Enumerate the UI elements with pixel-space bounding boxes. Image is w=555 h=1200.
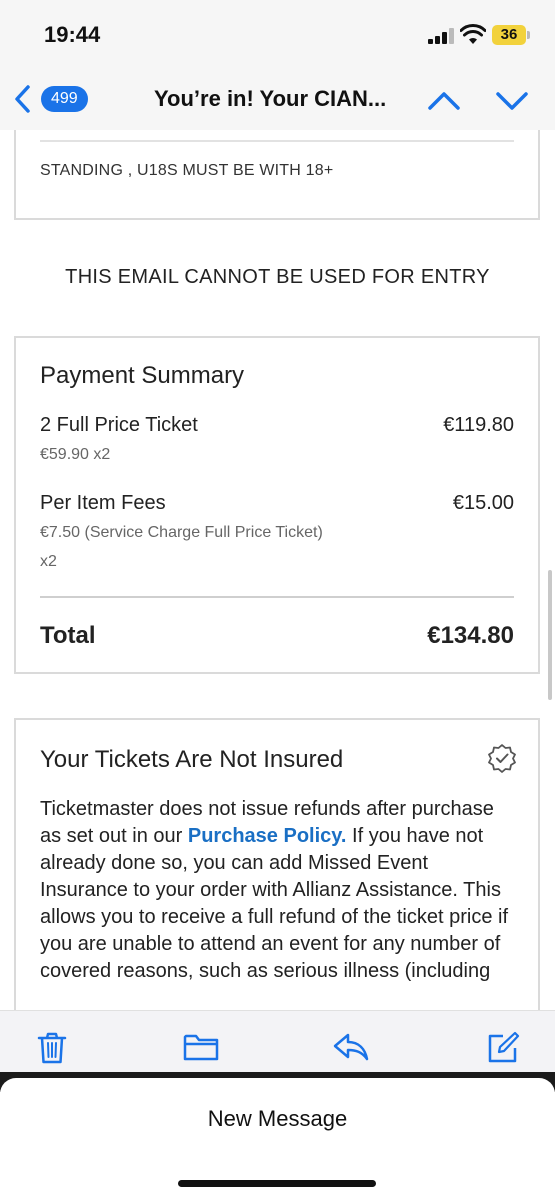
ticket-line-label: 2 Full Price Ticket [40,414,198,436]
nav-bar: 499 You’re in! Your CIAN... [0,70,555,130]
folder-icon[interactable] [183,1031,219,1063]
email-body[interactable]: STANDING , U18S MUST BE WITH 18+ THIS EM… [0,130,555,1010]
divider [40,140,514,142]
new-message-title[interactable]: New Message [0,1106,555,1132]
status-bar: 19:44 36 [0,0,555,70]
new-message-sheet[interactable]: New Message [0,1078,555,1200]
entry-notice: THIS EMAIL CANNOT BE USED FOR ENTRY [65,266,490,288]
fees-line-amount: €15.00 [452,492,514,514]
ticket-details-card: STANDING , U18S MUST BE WITH 18+ [14,130,540,220]
battery-tip [527,31,530,39]
fees-line-label: Per Item Fees [40,492,166,514]
payment-summary-title: Payment Summary [40,362,245,389]
reply-icon[interactable] [332,1031,370,1063]
wifi-icon [460,24,486,44]
ticket-line-amount: €119.80 [443,414,514,436]
insurance-title: Your Tickets Are Not Insured [40,746,344,773]
previous-message-icon[interactable] [426,86,462,114]
purchase-policy-link[interactable]: Purchase Policy. [188,825,347,847]
insurance-text-part2: If you have not already done so, you can… [40,825,509,982]
total-label: Total [40,622,96,649]
standing-note: STANDING , U18S MUST BE WITH 18+ [40,162,334,179]
email-subject-title: You’re in! Your CIAN... [154,86,387,111]
next-message-icon[interactable] [494,86,530,114]
payment-summary-card: Payment Summary 2 Full Price Ticket €119… [14,336,540,674]
shield-check-icon [488,744,516,773]
insurance-body: Ticketmaster does not issue refunds afte… [40,796,518,985]
total-divider [40,596,514,598]
fees-line-quantity: x2 [40,553,57,570]
cellular-signal-icon [428,28,456,44]
fees-line-detail: €7.50 (Service Charge Full Price Ticket) [40,524,323,541]
compose-icon[interactable] [486,1031,520,1065]
back-chevron-icon[interactable] [10,82,36,116]
unread-count-badge[interactable]: 499 [41,86,88,112]
trash-icon[interactable] [36,1031,68,1065]
status-time: 19:44 [44,22,101,47]
total-amount: €134.80 [427,622,514,649]
insurance-card: Your Tickets Are Not Insured Ticketmaste… [14,718,540,1010]
battery-indicator: 36 [492,25,526,45]
home-indicator[interactable] [178,1180,376,1187]
scrollbar[interactable] [548,570,552,700]
ticket-line-detail: €59.90 x2 [40,446,111,463]
